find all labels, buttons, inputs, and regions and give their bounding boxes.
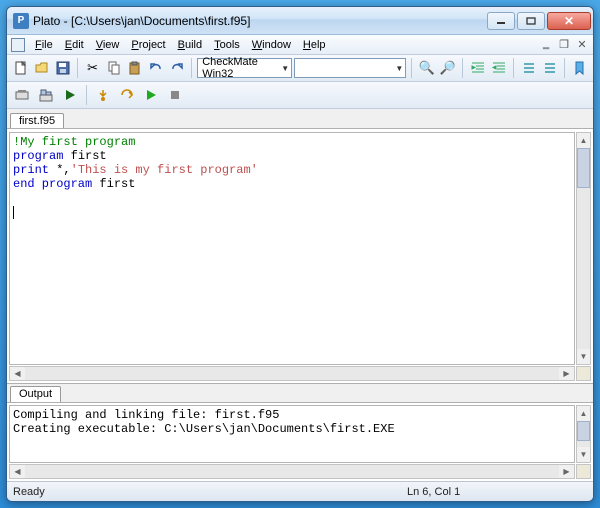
- scroll-corner: [576, 464, 591, 479]
- menu-edit[interactable]: Edit: [59, 38, 90, 52]
- redo-button[interactable]: [167, 57, 186, 79]
- mdi-restore-icon[interactable]: ❐: [555, 38, 573, 51]
- scroll-left-icon[interactable]: ◀: [10, 465, 25, 478]
- code-keyword: program: [13, 149, 63, 163]
- build-button[interactable]: [35, 84, 57, 106]
- code-keyword: end program: [13, 177, 92, 191]
- menu-help[interactable]: Help: [297, 38, 332, 52]
- menu-file[interactable]: File: [29, 38, 59, 52]
- cut-button[interactable]: ✂: [83, 57, 102, 79]
- editor-tabstrip: first.f95: [7, 109, 593, 129]
- step-over-button[interactable]: [116, 84, 138, 106]
- mdi-minimize-icon[interactable]: ‗: [537, 38, 555, 51]
- dropdown-icon: ▼: [281, 64, 289, 73]
- scroll-left-icon[interactable]: ◀: [10, 367, 25, 380]
- bookmark-button[interactable]: [570, 57, 589, 79]
- scrollbar-thumb[interactable]: [577, 421, 590, 441]
- compile-button[interactable]: [11, 84, 33, 106]
- output-hscrollbar[interactable]: ◀ ▶: [9, 464, 575, 479]
- scroll-up-icon[interactable]: ▲: [577, 406, 590, 421]
- menu-tools[interactable]: Tools: [208, 38, 246, 52]
- editor-hscrollbar[interactable]: ◀ ▶: [9, 366, 575, 381]
- doc-icon: [11, 38, 25, 52]
- output-section: Output Compiling and linking file: first…: [7, 383, 593, 481]
- save-button[interactable]: [53, 57, 72, 79]
- scroll-down-icon[interactable]: ▼: [577, 447, 590, 462]
- mdi-controls: ‗ ❐ ✕: [537, 38, 591, 51]
- continue-button[interactable]: [140, 84, 162, 106]
- stop-button[interactable]: [164, 84, 186, 106]
- undo-button[interactable]: [146, 57, 165, 79]
- find-button[interactable]: 🔍: [417, 57, 436, 79]
- editor-pane: !My first program program first print *,…: [7, 129, 593, 383]
- run-button[interactable]: [59, 84, 81, 106]
- editor-vscrollbar[interactable]: ▲ ▼: [576, 132, 591, 365]
- copy-button[interactable]: [104, 57, 123, 79]
- code-comment: !My first program: [13, 135, 135, 149]
- main-toolbar: ✂ CheckMate Win32 ▼ ▼ 🔍 🔎: [7, 55, 593, 82]
- menu-window[interactable]: Window: [246, 38, 297, 52]
- open-file-button[interactable]: [32, 57, 51, 79]
- outdent-button[interactable]: [489, 57, 508, 79]
- config-select[interactable]: CheckMate Win32 ▼: [197, 58, 292, 78]
- menu-view[interactable]: View: [90, 38, 126, 52]
- indent-button[interactable]: [468, 57, 487, 79]
- new-file-button[interactable]: [11, 57, 30, 79]
- maximize-button[interactable]: [517, 12, 545, 30]
- scroll-down-icon[interactable]: ▼: [577, 349, 590, 364]
- output-vscrollbar[interactable]: ▲ ▼: [576, 405, 591, 463]
- status-ready: Ready: [13, 486, 45, 498]
- app-icon: P: [13, 13, 29, 29]
- app-window: P Plato - [C:\Users\jan\Documents\first.…: [6, 6, 594, 502]
- config-value: CheckMate Win32: [202, 56, 277, 80]
- code-keyword: print: [13, 163, 49, 177]
- build-toolbar: [7, 82, 593, 109]
- menu-build[interactable]: Build: [172, 38, 208, 52]
- scrollbar-thumb[interactable]: [577, 148, 590, 188]
- scroll-corner: [576, 366, 591, 381]
- file-tab[interactable]: first.f95: [10, 113, 64, 128]
- scroll-up-icon[interactable]: ▲: [577, 133, 590, 148]
- scroll-right-icon[interactable]: ▶: [559, 465, 574, 478]
- find-in-files-button[interactable]: 🔎: [438, 57, 457, 79]
- output-text[interactable]: Compiling and linking file: first.f95 Cr…: [9, 405, 575, 463]
- close-button[interactable]: ✕: [547, 12, 591, 30]
- output-tab[interactable]: Output: [10, 386, 61, 402]
- uncomment-button[interactable]: [540, 57, 559, 79]
- code-editor[interactable]: !My first program program first print *,…: [9, 132, 575, 365]
- comment-button[interactable]: [519, 57, 538, 79]
- paste-button[interactable]: [125, 57, 144, 79]
- target-select[interactable]: ▼: [294, 58, 406, 78]
- code-string: 'This is my first program': [71, 163, 258, 177]
- step-into-button[interactable]: [92, 84, 114, 106]
- statusbar: Ready Ln 6, Col 1: [7, 481, 593, 501]
- scroll-right-icon[interactable]: ▶: [559, 367, 574, 380]
- status-position: Ln 6, Col 1: [407, 486, 497, 498]
- titlebar: P Plato - [C:\Users\jan\Documents\first.…: [7, 7, 593, 35]
- menubar: File Edit View Project Build Tools Windo…: [7, 35, 593, 55]
- mdi-close-icon[interactable]: ✕: [573, 38, 591, 51]
- minimize-button[interactable]: [487, 12, 515, 30]
- menu-project[interactable]: Project: [125, 38, 171, 52]
- dropdown-icon: ▼: [395, 64, 403, 73]
- window-title: Plato - [C:\Users\jan\Documents\first.f9…: [33, 14, 487, 28]
- text-cursor: [13, 206, 14, 219]
